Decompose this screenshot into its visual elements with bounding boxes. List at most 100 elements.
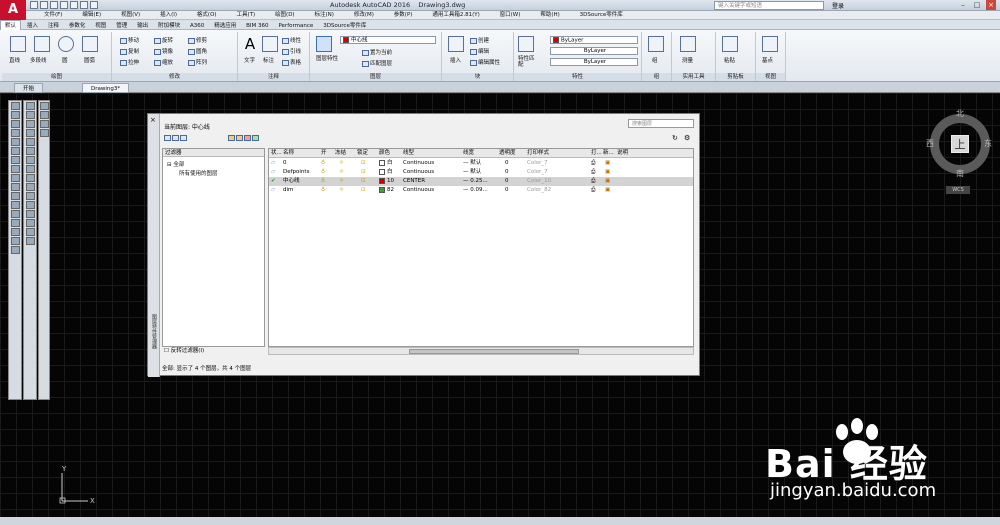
mtext-icon[interactable] xyxy=(10,246,20,254)
horizontal-scrollbar[interactable] xyxy=(268,347,694,355)
layer-transparency[interactable]: 0 xyxy=(505,177,509,186)
layer-linetype[interactable]: CENTER xyxy=(403,177,425,186)
sun-icon[interactable]: ☼ xyxy=(339,177,344,186)
table-row[interactable]: ▱ dim ♁ ☼ ⊡ 82 Continuous — 0.09... 0 Co… xyxy=(269,186,693,195)
layer-transparency[interactable]: 0 xyxy=(505,186,509,195)
paste-button[interactable]: 粘贴 xyxy=(724,56,735,64)
panel-layers-label[interactable]: 图层 xyxy=(310,73,441,81)
minimize-icon[interactable]: – xyxy=(958,0,968,10)
extend-icon[interactable] xyxy=(25,192,35,200)
layer-lineweight[interactable]: — 0.09... xyxy=(463,186,488,195)
line-icon[interactable] xyxy=(10,102,20,110)
palette-titlebar[interactable]: × 图层特性管理器 xyxy=(148,114,160,377)
new-layer-icon[interactable] xyxy=(228,134,235,141)
revcloud-icon[interactable] xyxy=(10,165,20,173)
layer-linetype[interactable]: Continuous xyxy=(403,186,434,195)
measure-icon[interactable] xyxy=(680,36,696,52)
layer-color[interactable]: 10 xyxy=(379,177,394,186)
tool-icon[interactable] xyxy=(39,120,49,128)
menu-tools[interactable]: 工具(T) xyxy=(236,11,255,20)
text-button[interactable]: 文字 xyxy=(244,56,255,64)
insert-block-button[interactable]: 插入 xyxy=(450,56,461,64)
close-icon[interactable]: × xyxy=(986,0,996,10)
menu-format[interactable]: 格式(O) xyxy=(197,11,217,20)
group-filter-icon[interactable] xyxy=(172,134,179,141)
menu-window[interactable]: 窗口(W) xyxy=(500,11,521,20)
unlock-icon[interactable]: ⊡ xyxy=(361,168,366,177)
circle-button[interactable]: 圆 xyxy=(62,56,68,64)
menu-toolbox[interactable]: 通用工具箱2.81(Y) xyxy=(432,11,479,20)
line-icon[interactable] xyxy=(10,36,26,52)
linetype-dropdown[interactable]: ByLayer xyxy=(550,47,638,55)
panel-draw-label[interactable]: 绘图 xyxy=(2,73,111,81)
basepoint-icon[interactable] xyxy=(762,36,778,52)
break-icon[interactable] xyxy=(25,201,35,209)
table-row[interactable]: ▱ Defpoints ♁ ☼ ⊡ 白 Continuous — 默认 0 Co… xyxy=(269,168,693,177)
panel-view-label[interactable]: 视图 xyxy=(756,73,785,81)
doc-tab-start[interactable]: 开始 xyxy=(14,83,44,93)
rectangle-icon[interactable] xyxy=(10,138,20,146)
login-button[interactable]: 登录 xyxy=(832,1,844,10)
hatch-icon[interactable] xyxy=(10,210,20,218)
print-icon[interactable] xyxy=(70,1,78,9)
layer-name[interactable]: dim xyxy=(283,186,293,195)
layer-linetype[interactable]: Continuous xyxy=(403,168,434,177)
match-properties-icon[interactable] xyxy=(518,36,534,52)
app-logo-icon[interactable]: A xyxy=(0,0,26,20)
rotate-button[interactable]: 旋转 xyxy=(154,36,173,44)
wcs-menu[interactable]: WCS xyxy=(946,186,970,194)
bulb-icon[interactable]: ♁ xyxy=(321,159,325,168)
doc-tab-drawing3[interactable]: Drawing3* xyxy=(82,83,130,93)
panel-utilities-label[interactable]: 实用工具 xyxy=(672,73,715,81)
trim-icon[interactable] xyxy=(25,183,35,191)
fillet-icon[interactable] xyxy=(25,228,35,236)
tool-icon[interactable] xyxy=(39,111,49,119)
block-icon[interactable] xyxy=(10,192,20,200)
table-icon[interactable] xyxy=(10,237,20,245)
insert-block-icon[interactable] xyxy=(448,36,464,52)
create-block-button[interactable]: 创建 xyxy=(470,36,489,44)
compass-south[interactable]: 南 xyxy=(956,168,964,179)
arc-icon[interactable] xyxy=(82,36,98,52)
unlock-icon[interactable]: ⊡ xyxy=(361,177,366,186)
stretch-button[interactable]: 拉伸 xyxy=(120,58,139,66)
array-button[interactable]: 阵列 xyxy=(188,58,207,66)
printer-icon[interactable]: ⎙ xyxy=(591,186,595,195)
viewcube-top-face[interactable]: 上 xyxy=(951,135,969,153)
col-on[interactable]: 开 xyxy=(321,149,327,158)
open-icon[interactable] xyxy=(40,1,48,9)
panel-clipboard-label[interactable]: 剪贴板 xyxy=(716,73,755,81)
viewcube[interactable]: 上 北 南 东 西 WCS xyxy=(926,108,996,198)
layer-transparency[interactable]: 0 xyxy=(505,159,509,168)
stretch-icon[interactable] xyxy=(25,174,35,182)
layer-name[interactable]: Defpoints xyxy=(283,168,309,177)
spline-icon[interactable] xyxy=(10,174,20,182)
point-icon[interactable] xyxy=(10,201,20,209)
offset-icon[interactable] xyxy=(25,129,35,137)
new-vp-layer-icon[interactable] xyxy=(236,134,243,141)
set-current-button[interactable]: 置为当前 xyxy=(362,48,392,56)
polyline-icon[interactable] xyxy=(34,36,50,52)
leader-button[interactable]: 引线 xyxy=(282,47,301,55)
circle-icon[interactable] xyxy=(10,156,20,164)
menu-help[interactable]: 帮助(H) xyxy=(540,11,559,20)
menu-param[interactable]: 参数(P) xyxy=(394,11,413,20)
compass-west[interactable]: 西 xyxy=(926,138,934,149)
arc-button[interactable]: 圆弧 xyxy=(84,56,95,64)
newvp-icon[interactable]: ▣ xyxy=(605,159,610,168)
layer-linetype[interactable]: Continuous xyxy=(403,159,434,168)
printer-icon[interactable]: ⎙ xyxy=(591,177,595,186)
layer-lineweight[interactable]: — 0.25... xyxy=(463,177,488,186)
bulb-icon[interactable]: ♁ xyxy=(321,177,325,186)
edit-block-button[interactable]: 编辑 xyxy=(470,47,489,55)
panel-block-label[interactable]: 块 xyxy=(442,73,513,81)
newvp-icon[interactable]: ▣ xyxy=(605,186,610,195)
copy-icon[interactable] xyxy=(25,111,35,119)
bulb-icon[interactable]: ♁ xyxy=(321,186,325,195)
newvp-icon[interactable]: ▣ xyxy=(605,168,610,177)
edit-attr-button[interactable]: 编辑属性 xyxy=(470,58,500,66)
layer-properties-icon[interactable] xyxy=(316,36,332,52)
save-icon[interactable] xyxy=(50,1,58,9)
dimension-button[interactable]: 标注 xyxy=(263,56,274,64)
panel-groups-label[interactable]: 组 xyxy=(642,73,671,81)
